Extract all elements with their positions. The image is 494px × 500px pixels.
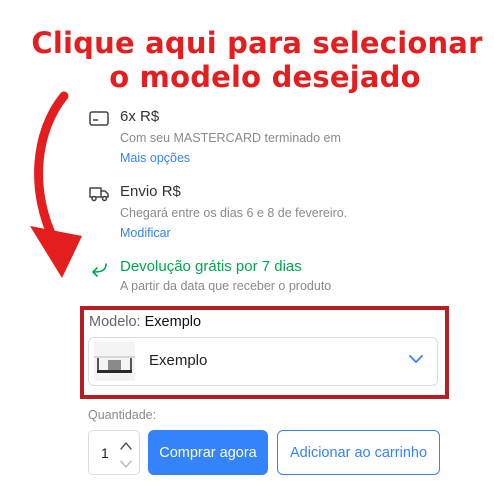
payment-title: 6x R$: [120, 108, 160, 125]
model-selected-value: Exemplo: [144, 314, 202, 330]
model-select[interactable]: Exemplo: [88, 337, 438, 386]
payment-subtitle: Com seu MASTERCARD terminado em: [120, 131, 341, 145]
model-label-key: Modelo:: [89, 314, 141, 330]
modify-shipping-link[interactable]: Modificar: [120, 226, 171, 240]
chevron-up-icon[interactable]: [119, 440, 133, 452]
buy-now-button[interactable]: Comprar agora: [148, 430, 268, 475]
quantity-label: Quantidade:: [88, 408, 157, 422]
quantity-stepper[interactable]: 1: [88, 430, 140, 475]
quantity-value: 1: [101, 445, 109, 461]
truck-icon: [89, 187, 109, 202]
chevron-down-icon: [409, 355, 423, 363]
more-options-link[interactable]: Mais opções: [120, 151, 190, 165]
return-arrow-icon: [92, 263, 107, 277]
shipping-title: Envio R$: [120, 183, 181, 200]
shipping-subtitle: Chegará entre os dias 6 e 8 de fevereiro…: [120, 206, 348, 220]
annotation-arrow-icon: [30, 91, 82, 278]
product-thumbnail: [94, 342, 135, 381]
credit-card-icon: [89, 111, 109, 126]
chevron-down-icon[interactable]: [119, 458, 133, 470]
model-select-value: Exemplo: [149, 352, 208, 369]
model-label: Modelo: Exemplo: [89, 314, 201, 330]
returns-subtitle: A partir da data que receber o produto: [120, 279, 332, 293]
add-to-cart-button[interactable]: Adicionar ao carrinho: [277, 430, 440, 475]
returns-title: Devolução grátis por 7 dias: [120, 258, 302, 275]
